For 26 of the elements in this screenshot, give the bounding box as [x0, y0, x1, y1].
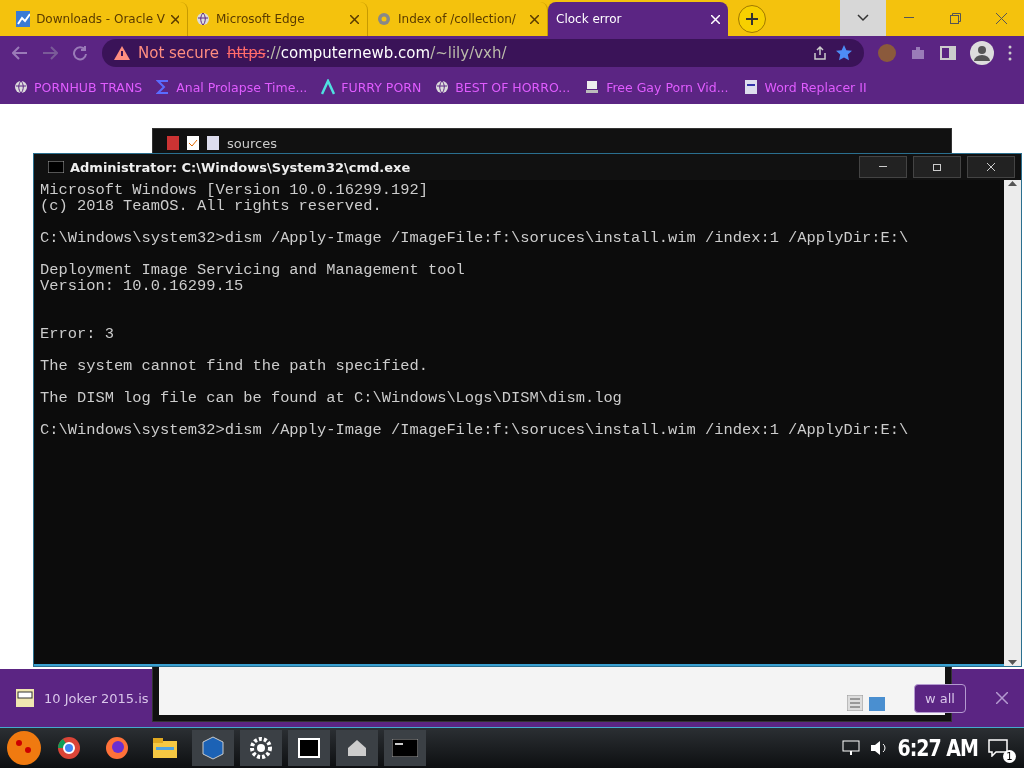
bookmark[interactable]: BEST OF HORRO...	[435, 79, 571, 95]
console-line: Deployment Image Servicing and Management tool	[40, 262, 466, 278]
console-line: The system cannot find the path specified.	[40, 358, 429, 374]
console-line: Microsoft Windows [Version 10.0.16299.192]	[40, 182, 429, 198]
bookmark[interactable]: PORNHUB TRANS	[14, 79, 143, 95]
show-all-button[interactable]: w all	[914, 683, 966, 713]
bookmark[interactable]: Free Gay Porn Vid...	[584, 79, 729, 95]
clock[interactable]: 6:27 AM	[897, 734, 978, 762]
window-title: sources	[227, 135, 277, 151]
console-line: Error: 3	[40, 326, 115, 342]
url-text: https://computernewb.com/~lily/vxh/	[226, 44, 507, 62]
bookmark[interactable]: Word Replacer II	[742, 79, 867, 95]
address-bar[interactable]: Not secure https://computernewb.com/~lily/vxh/	[102, 39, 864, 67]
console-line: C:\Windows\system32>dism /Apply-Image /ImageFile:f:\soruces\install.wim /index:1 /ApplyDir:E:\	[40, 422, 910, 438]
window-title: Administrator: C:\Windows\System32\cmd.exe	[70, 159, 411, 175]
security-label: Not secure	[138, 44, 219, 62]
notification-button[interactable]: 1	[988, 731, 1018, 765]
download-filename[interactable]: 10 Joker 2015.is	[44, 690, 149, 706]
bookmark[interactable]: FURRY PORN	[321, 79, 422, 95]
bookmark[interactable]: Anal Prolapse Time...	[156, 79, 308, 95]
console-line: Version: 10.0.16299.15	[40, 278, 245, 294]
notification-count: 1	[1003, 750, 1016, 763]
browser-tab[interactable]: Clock error	[548, 2, 728, 36]
console-line: The DISM log file can be found at C:\Windows\Logs\DISM\dism.log	[40, 390, 623, 406]
console-line: C:\Windows\system32>dism /Apply-Image /ImageFile:f:\soruces\install.wim /index:1 /ApplyDir:E:\	[40, 230, 910, 246]
console-line: (c) 2018 TeamOS. All rights reserved.	[40, 198, 383, 214]
